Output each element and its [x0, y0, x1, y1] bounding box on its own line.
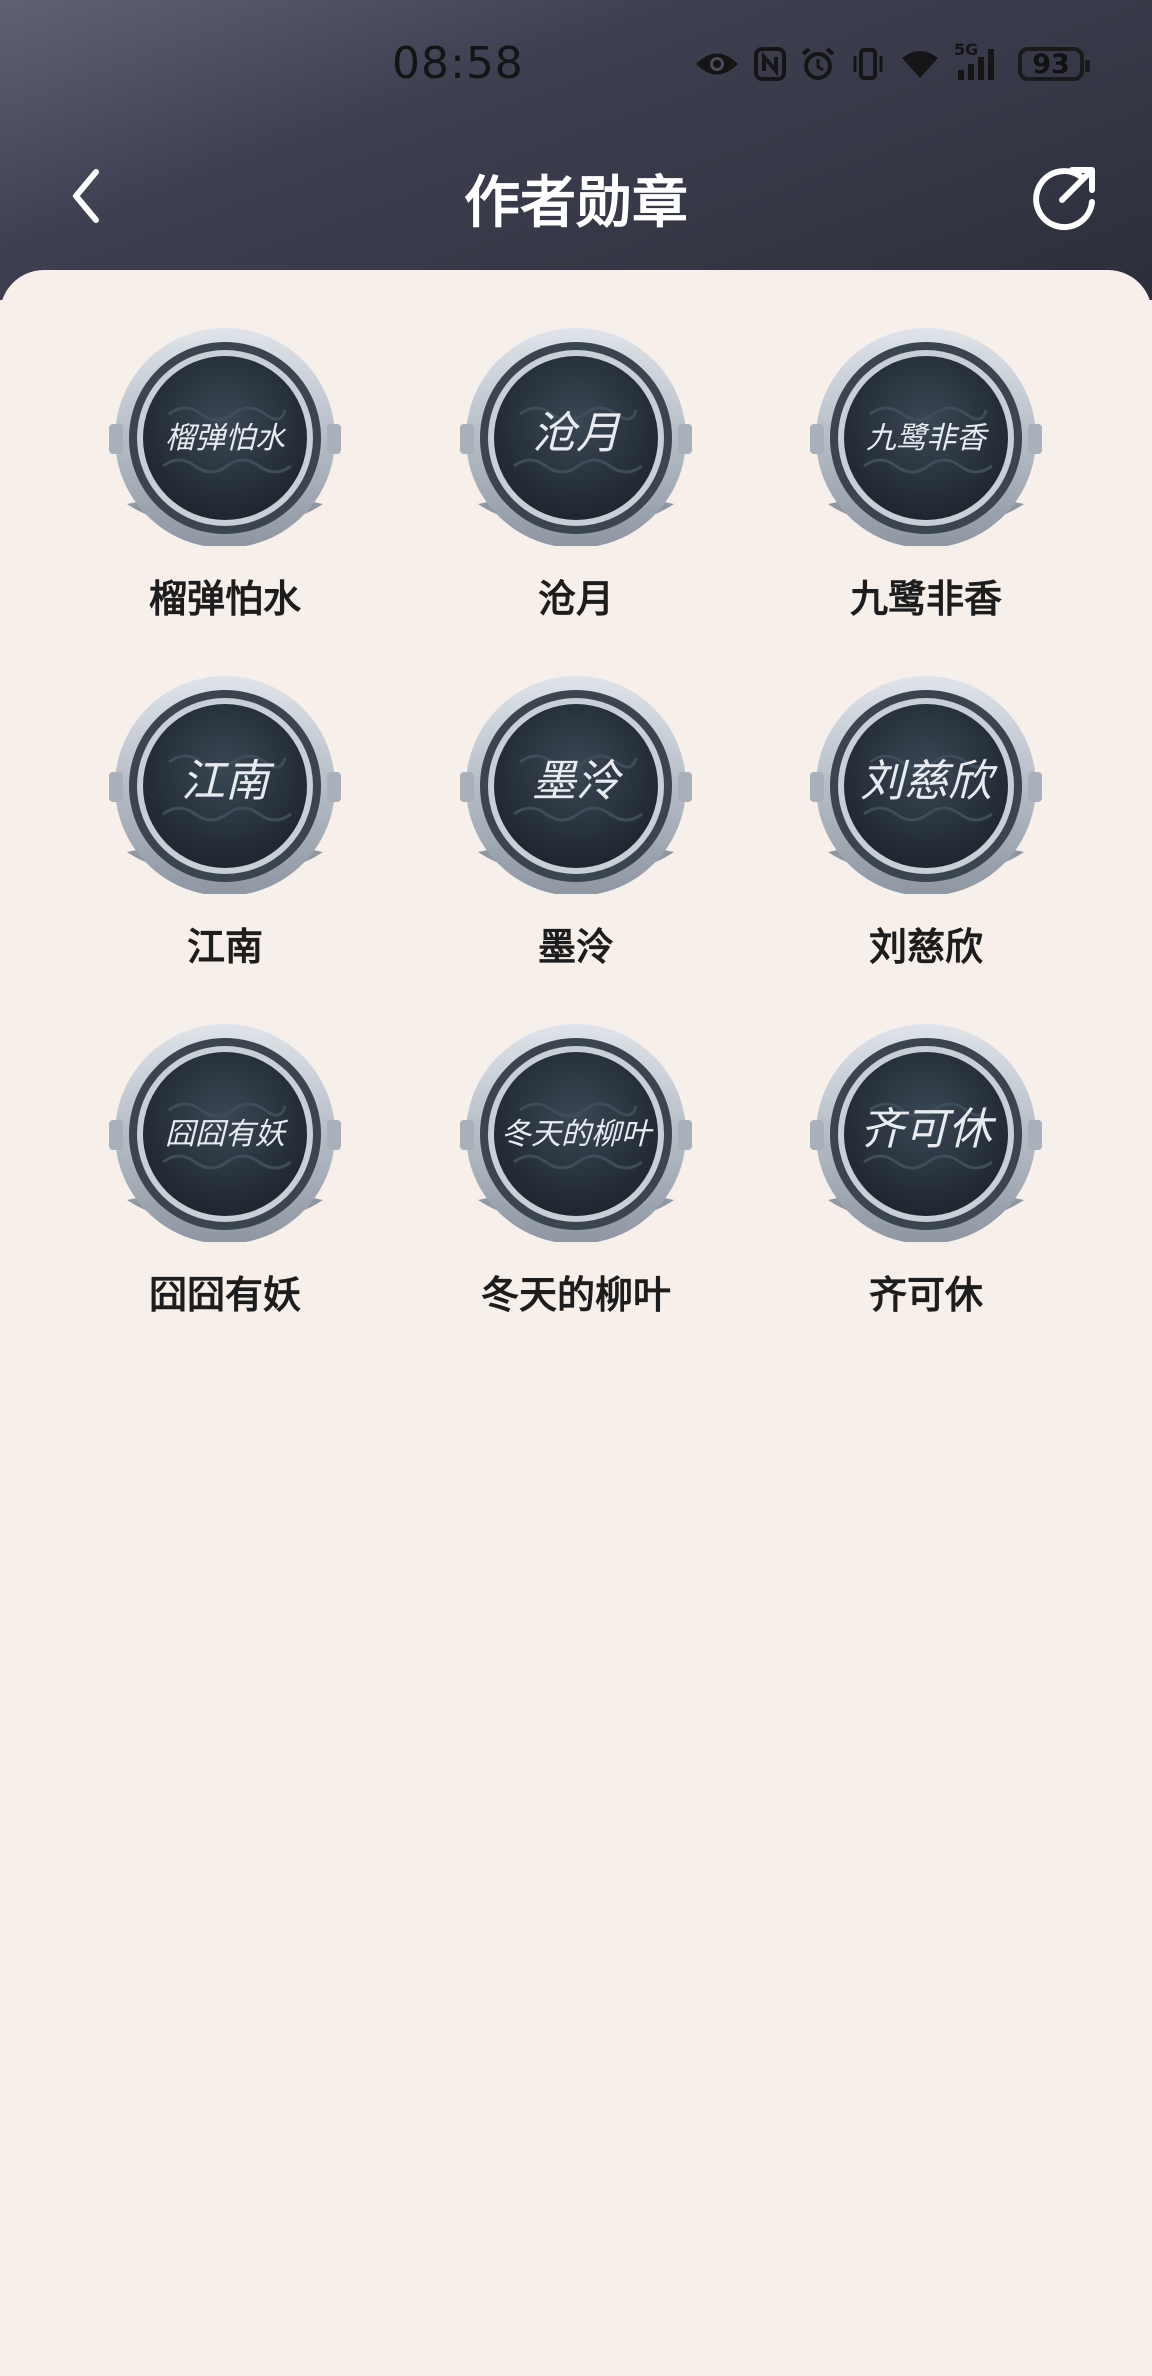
- badge-list-panel: 榴弹怕水 榴弹怕水 沧月 沧月 九鹭非香 九鹭非香 江南 江南 墨泠 墨泠 刘慈…: [0, 270, 1152, 2376]
- badge-name: 沧月: [537, 577, 614, 621]
- share-icon[interactable]: [1030, 162, 1100, 232]
- badge-name: 九鹭非香: [849, 577, 1002, 621]
- signature-text: 齐可休: [860, 1104, 997, 1155]
- badge-name: 囧囧有妖: [148, 1273, 301, 1317]
- signature-text: 江南: [181, 756, 275, 807]
- badge-name: 榴弹怕水: [148, 577, 301, 621]
- medal-icon: 齐可休: [810, 1024, 1042, 1242]
- badge-row: 榴弹怕水 榴弹怕水 沧月 沧月 九鹭非香 九鹭非香: [0, 326, 1152, 674]
- alarm-icon: [801, 47, 835, 80]
- author-badge[interactable]: 刘慈欣 刘慈欣: [756, 674, 1096, 971]
- battery-level: 93: [1032, 48, 1070, 80]
- author-badge[interactable]: 沧月 沧月: [406, 326, 746, 623]
- signature-text: 冬天的柳叶: [501, 1117, 654, 1152]
- wifi-icon: [902, 51, 938, 78]
- status-icons: 5G 93: [694, 40, 1090, 84]
- author-badge[interactable]: 墨泠 墨泠: [406, 674, 746, 971]
- signature-text: 九鹭非香: [866, 421, 989, 456]
- vibrate-icon: [853, 48, 883, 80]
- author-badge[interactable]: 江南 江南: [55, 674, 395, 971]
- badge-name: 刘慈欣: [868, 925, 983, 969]
- badge-name: 冬天的柳叶: [480, 1273, 671, 1317]
- status-time: 08:58: [392, 38, 524, 89]
- nav-bar: 作者勋章: [0, 150, 1152, 240]
- page-title: 作者勋章: [464, 171, 688, 236]
- medal-icon: 墨泠: [460, 676, 692, 894]
- eye-icon: [696, 53, 738, 75]
- medal-icon: 沧月: [460, 328, 692, 546]
- badge-grid: 榴弹怕水 榴弹怕水 沧月 沧月 九鹭非香 九鹭非香 江南 江南 墨泠 墨泠 刘慈…: [0, 326, 1152, 1370]
- badge-row: 囧囧有妖 囧囧有妖 冬天的柳叶 冬天的柳叶 齐可休 齐可休: [0, 1022, 1152, 1370]
- signature-text: 囧囧有妖: [165, 1117, 289, 1152]
- badge-name: 江南: [186, 925, 263, 969]
- signature-text: 沧月: [532, 408, 621, 459]
- badge-name: 墨泠: [537, 925, 614, 969]
- author-badge[interactable]: 齐可休 齐可休: [756, 1022, 1096, 1319]
- medal-icon: 榴弹怕水: [109, 328, 341, 546]
- author-badge[interactable]: 榴弹怕水 榴弹怕水: [55, 326, 395, 623]
- signature-text: 墨泠: [532, 756, 624, 807]
- signature-text: 刘慈欣: [860, 756, 998, 807]
- header: 08:58 5G 93 作者勋章: [0, 0, 1152, 300]
- author-badge[interactable]: 囧囧有妖 囧囧有妖: [55, 1022, 395, 1319]
- author-badge[interactable]: 冬天的柳叶 冬天的柳叶: [406, 1022, 746, 1319]
- author-badge[interactable]: 九鹭非香 九鹭非香: [756, 326, 1096, 623]
- signature-text: 榴弹怕水: [165, 421, 287, 456]
- signal-icon: 5G: [954, 40, 1004, 82]
- nfc-icon: [754, 47, 786, 81]
- medal-icon: 九鹭非香: [810, 328, 1042, 546]
- medal-icon: 刘慈欣: [810, 676, 1042, 894]
- medal-icon: 江南: [109, 676, 341, 894]
- status-bar: 08:58 5G 93: [0, 0, 1152, 130]
- medal-icon: 冬天的柳叶: [460, 1024, 692, 1242]
- badge-name: 齐可休: [868, 1273, 983, 1317]
- battery-icon: 93: [1018, 47, 1090, 81]
- medal-icon: 囧囧有妖: [109, 1024, 341, 1242]
- badge-row: 江南 江南 墨泠 墨泠 刘慈欣 刘慈欣: [0, 674, 1152, 1022]
